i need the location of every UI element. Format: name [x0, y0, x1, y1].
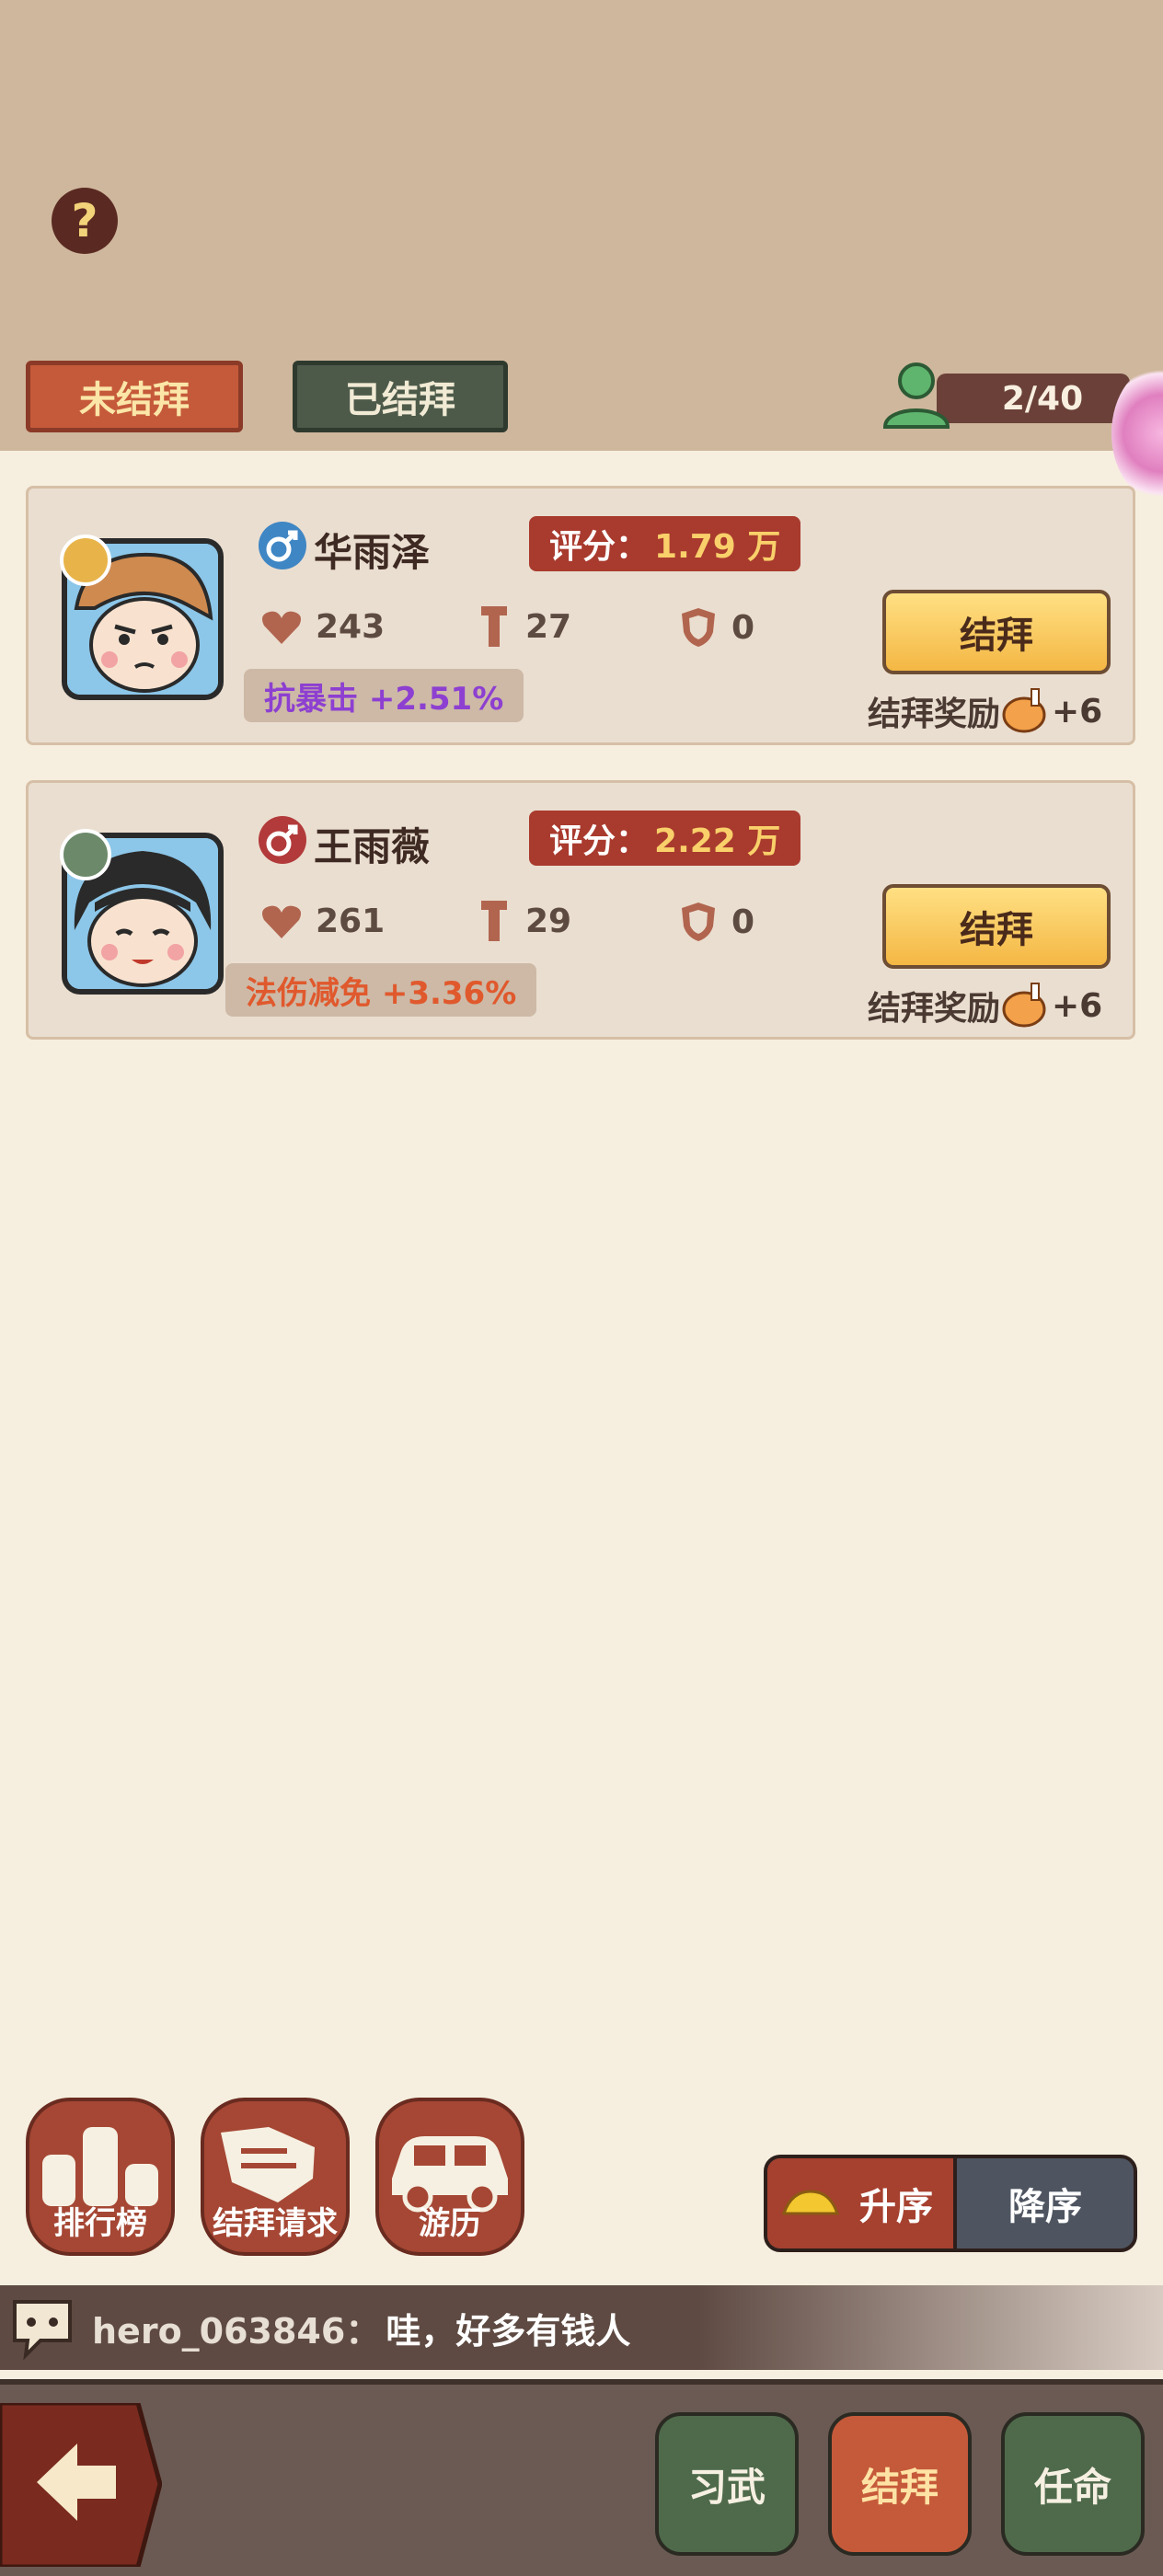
chat-username: hero_063846：	[92, 2310, 381, 2352]
player-name: 王雨薇	[314, 824, 431, 869]
reward-info: 结拜奖励 +6	[868, 685, 1102, 737]
player-name: 华雨泽	[314, 530, 431, 575]
defense-stat: 0	[678, 606, 754, 649]
reward-info: 结拜奖励 +6	[868, 980, 1102, 1031]
sort-asc-button[interactable]: 升序	[767, 2158, 957, 2248]
shield-badge-icon	[60, 829, 111, 880]
tab-not-sworn[interactable]: 未结拜	[26, 361, 243, 432]
defense-value: 0	[731, 903, 755, 941]
attack-value: 29	[525, 902, 572, 940]
score-badge: 评分： 2.22 万	[529, 811, 801, 866]
person-icon	[882, 362, 950, 429]
hp-value: 261	[316, 903, 386, 940]
score-label: 评分：	[549, 822, 650, 860]
trait-badge: 法伤减免 +3.36%	[225, 963, 537, 1017]
sword-icon	[481, 606, 507, 647]
back-arrow-icon[interactable]	[0, 2403, 162, 2567]
score-value: 2.22 万	[654, 822, 781, 860]
sort-toggle[interactable]: 升序 降序	[764, 2155, 1137, 2252]
score-label: 评分：	[549, 528, 650, 566]
shield-icon	[682, 903, 715, 941]
male-icon	[259, 522, 306, 569]
score-badge: 评分： 1.79 万	[529, 516, 801, 571]
chicken-leg-icon	[1002, 983, 1046, 1028]
trait-badge: 抗暴击 +2.51%	[244, 669, 524, 722]
sworn-button[interactable]: 结拜	[882, 590, 1111, 674]
reward-label: 结拜奖励	[868, 696, 1001, 733]
leaderboard-label: 排行榜	[53, 2205, 147, 2242]
sort-desc-label: 降序	[1008, 2186, 1082, 2228]
sworn-button[interactable]: 结拜	[882, 884, 1111, 969]
heart-icon	[262, 611, 301, 644]
hp-stat: 243	[260, 608, 385, 646]
female-icon	[259, 816, 306, 864]
nav-martial-button[interactable]: 习武	[655, 2412, 799, 2556]
chat-bubble-icon	[13, 2300, 72, 2361]
shield-icon	[682, 608, 715, 647]
chicken-leg-icon	[1002, 688, 1046, 733]
sort-desc-button[interactable]: 降序	[957, 2158, 1134, 2248]
travel-button[interactable]: 游历	[375, 2098, 524, 2256]
sworn-request-button[interactable]: 结拜请求	[201, 2098, 350, 2256]
nav-appoint-button[interactable]: 任命	[1001, 2412, 1145, 2556]
travel-label: 游历	[419, 2205, 481, 2242]
hp-stat: 261	[260, 903, 385, 940]
help-button[interactable]: ?	[52, 188, 118, 254]
leaderboard-button[interactable]: 排行榜	[26, 2098, 175, 2256]
member-count: 2/40	[937, 374, 1130, 423]
heart-icon	[262, 905, 301, 938]
nav-sworn-button[interactable]: 结拜	[828, 2412, 972, 2556]
attack-value: 27	[525, 607, 572, 646]
reward-value: +6	[1052, 692, 1103, 730]
score-value: 1.79 万	[654, 528, 781, 566]
reward-value: +6	[1052, 986, 1103, 1025]
attack-stat: 29	[476, 897, 571, 945]
sort-asc-label: 升序	[859, 2186, 933, 2228]
tab-sworn[interactable]: 已结拜	[293, 361, 508, 432]
defense-stat: 0	[678, 901, 754, 943]
chat-message: 哇，好多有钱人	[386, 2310, 631, 2352]
hp-value: 243	[316, 608, 386, 646]
chat-bar[interactable]: hero_063846： 哇，好多有钱人	[0, 2285, 1163, 2370]
player-card: 华雨泽 评分： 1.79 万 243 27 0 抗暴击 +2.51% 结拜 结拜…	[26, 486, 1135, 745]
sword-icon	[481, 901, 507, 941]
bottom-nav-bar	[0, 2379, 1163, 2576]
sworn-request-label: 结拜请求	[213, 2205, 338, 2242]
gold-ingot-icon	[782, 2190, 839, 2215]
attack-stat: 27	[476, 603, 571, 650]
player-card: 王雨薇 评分： 2.22 万 261 29 0 法伤减免 +3.36% 结拜 结…	[26, 780, 1135, 1040]
fist-badge-icon	[60, 535, 111, 586]
defense-value: 0	[731, 608, 755, 647]
reward-label: 结拜奖励	[868, 990, 1001, 1028]
